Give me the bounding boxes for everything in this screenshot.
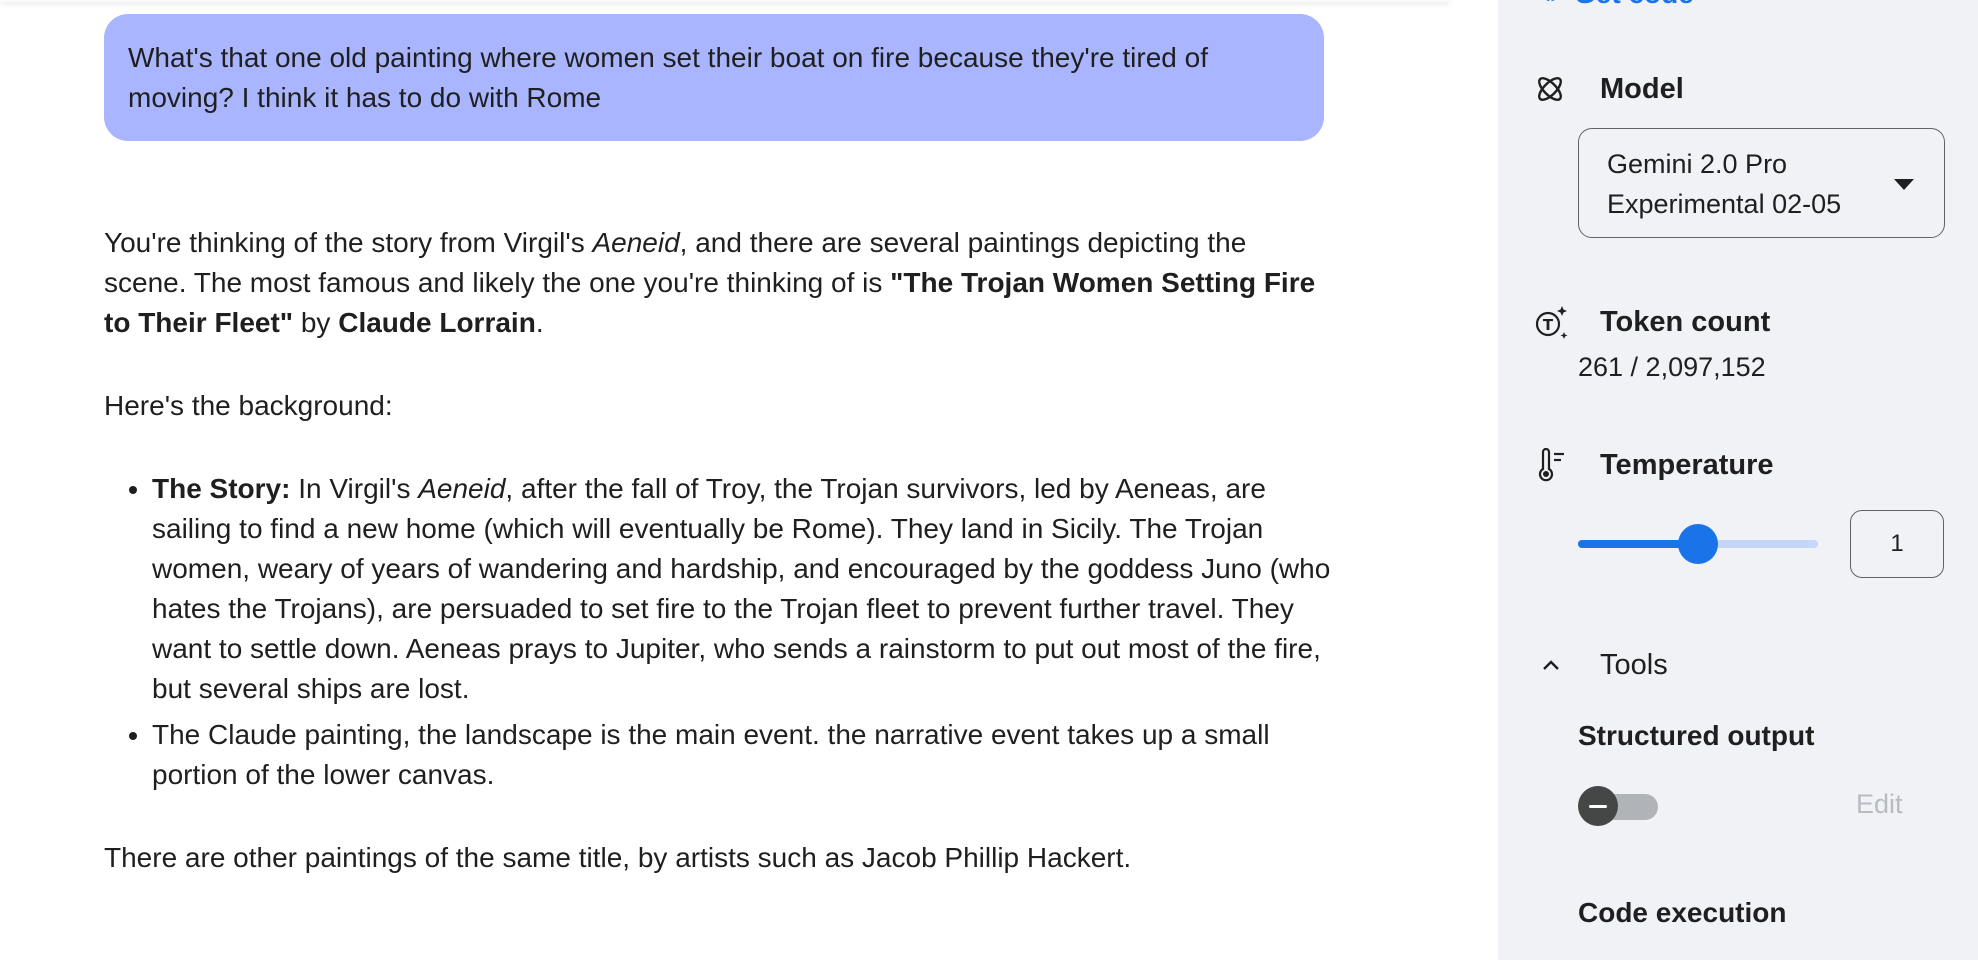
edit-button[interactable]: Edit [1856,789,1903,820]
model-value-line-1: Gemini 2.0 Pro [1607,149,1788,179]
text: , after the fall of Troy, the Trojan sur… [152,473,1331,704]
temperature-header: Temperature [1534,448,1774,482]
text: . [535,307,544,338]
user-message-bubble: What's that one old painting where women… [104,14,1324,141]
temperature-input[interactable]: 1 [1850,510,1944,578]
structured-output-label: Structured output [1578,720,1815,751]
model-select[interactable]: Gemini 2.0 Pro Experimental 02-05 [1578,128,1945,238]
temperature-label: Temperature [1600,448,1774,481]
code-execution-label: Code execution [1578,897,1787,928]
temperature-slider[interactable] [1578,524,1818,564]
response-bullet-list: The Story: In Virgil's Aeneid, after the… [104,469,1334,795]
model-response: You're thinking of the story from Virgil… [104,223,1334,878]
token-count-label: Token count [1600,305,1771,338]
token-count-header: T Token count [1534,305,1770,339]
text-italic: Aeneid [418,473,506,504]
token-count-value: 261 / 2,097,152 [1578,352,1766,382]
token-icon: T [1534,305,1574,339]
model-atom-icon [1534,72,1574,106]
list-item: The Claude painting, the landscape is th… [152,715,1334,795]
user-message-text: What's that one old painting where women… [128,42,1208,113]
tools-label: Tools [1600,648,1668,681]
chat-area: What's that one old painting where women… [0,0,1498,960]
chevron-up-icon [1534,648,1574,682]
model-label: Model [1600,72,1684,105]
toggle-knob [1578,786,1618,826]
run-settings-panel: <>Get code Model Gemini 2.0 Pro Experime… [1498,0,1978,960]
response-paragraph-2: Here's the background: [104,390,393,421]
tools-section-toggle[interactable]: Tools [1534,648,1668,682]
text: by [293,307,339,338]
get-code-label: Get code [1574,0,1694,9]
temperature-input-value: 1 [1890,530,1904,557]
thermometer-icon [1534,448,1574,482]
get-code-link[interactable]: <>Get code [1534,0,1694,10]
artist-name: Claude Lorrain [338,307,536,338]
svg-text:T: T [1543,316,1554,334]
response-paragraph-1: You're thinking of the story from Virgil… [104,223,1334,343]
structured-output-toggle[interactable] [1578,786,1658,826]
model-section-header: Model [1534,72,1684,106]
text: You're thinking of the story from Virgil… [104,227,593,258]
code-icon: <> [1534,0,1574,10]
list-item: The Story: In Virgil's Aeneid, after the… [152,469,1334,709]
text-italic: Aeneid [592,227,680,258]
text: In Virgil's [290,473,419,504]
dropdown-caret-icon [1894,179,1914,190]
response-paragraph-3: There are other paintings of the same ti… [104,842,1132,873]
bullet-label: The Story: [152,473,291,504]
slider-thumb[interactable] [1678,524,1718,564]
model-value-line-2: Experimental 02-05 [1607,189,1842,219]
top-divider [0,0,1450,2]
